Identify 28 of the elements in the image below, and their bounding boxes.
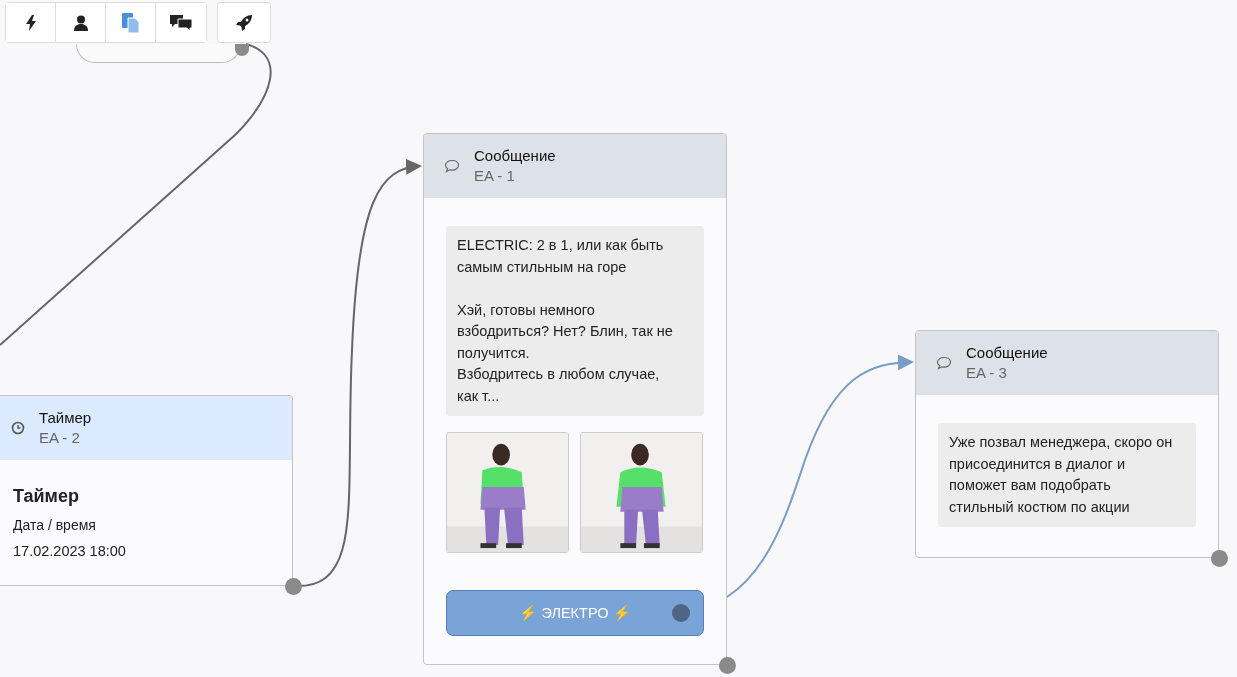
user-icon: [73, 14, 88, 31]
port-handle[interactable]: [235, 44, 249, 56]
node-card[interactable]: Сообщение EA - 1 ELECTRIC: 2 в 1, или как быть самым стильным на горе Хэй, готовы немного взбодриться? Нет? Блин, так не получится. Взбодритесь в любом случае, как т... ⚡ ЭЛЕКТРО ⚡: [423, 133, 727, 665]
port-handle[interactable]: [285, 578, 302, 595]
node-title: Сообщение: [474, 146, 556, 166]
node-card[interactable]: Сообщение EA - 3 Уже позвал менеджера, скоро он присоединится в диалог и поможет вам подобрать стильный костюм по акции: [915, 330, 1219, 558]
field-label: Дата / время: [13, 517, 97, 533]
node-id: EA - 2: [39, 428, 81, 448]
rocket-icon: [236, 14, 252, 31]
message-text: Уже позвал менеджера, скоро он присоединится в диалог и поможет вам подобрать стильный костюм по акции: [938, 423, 1196, 527]
copy-icon: [121, 12, 140, 33]
node-title: Таймер: [39, 408, 92, 428]
node-id: EA - 1: [474, 166, 516, 186]
clock-icon: [11, 421, 25, 435]
chat-icon: [170, 13, 192, 32]
toolbar-button[interactable]: [6, 3, 56, 42]
node-title: Сообщение: [966, 343, 1048, 363]
node-id: EA - 3: [966, 363, 1008, 383]
speech-bubble-icon: [444, 159, 460, 173]
launch-button[interactable]: [217, 2, 271, 43]
message-text: ELECTRIC: 2 в 1, или как быть самым стильным на горе Хэй, готовы немного взбодриться? Нет? Блин, так не получится. Взбодритесь в любом случае, как т...: [446, 226, 704, 416]
timer-heading: Таймер: [13, 486, 80, 507]
port-handle[interactable]: [719, 657, 736, 674]
lightning-icon: [25, 14, 36, 31]
node-card[interactable]: Таймер EA - 2 Таймер Дата / время 17.02.2023 18:00: [0, 395, 293, 586]
speech-bubble-icon: [936, 356, 952, 370]
port-handle[interactable]: [1211, 550, 1228, 567]
field-value: 17.02.2023 18:00: [13, 543, 127, 559]
